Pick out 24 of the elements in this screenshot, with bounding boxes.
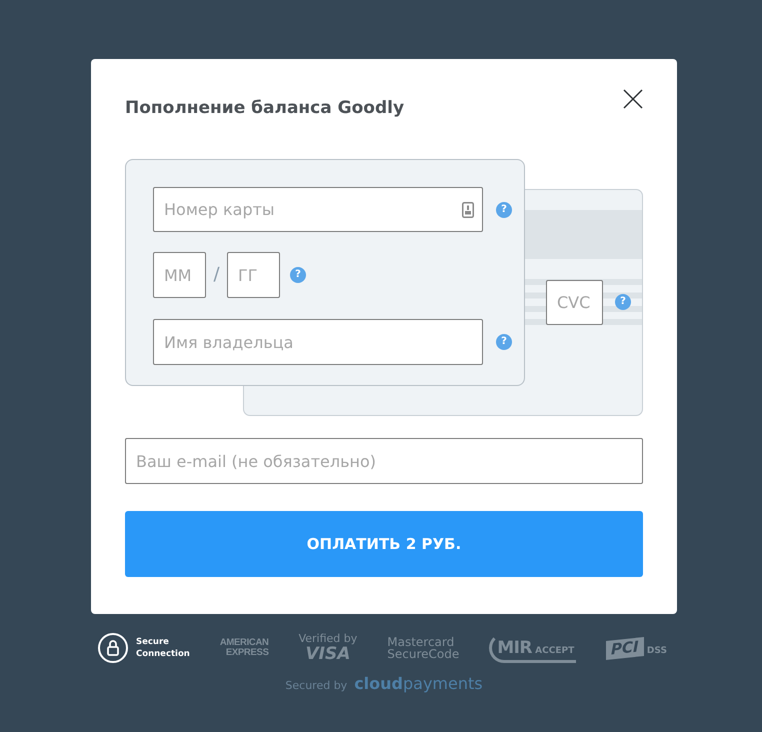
help-icon[interactable]: ?: [290, 267, 306, 283]
help-icon[interactable]: ?: [496, 334, 512, 350]
year-field[interactable]: ГГ: [227, 252, 280, 298]
mir-logo: MIR ACCEPT: [489, 633, 576, 663]
secure-connection-label: Secure Connection: [136, 636, 190, 660]
secured-by-label: Secured by: [285, 679, 348, 692]
cvc-field[interactable]: CVC: [546, 280, 603, 324]
card-number-field[interactable]: Номер карты: [153, 187, 483, 232]
pci-dss-logo: PCI DSS: [606, 638, 667, 658]
close-icon[interactable]: [623, 89, 643, 109]
dialog-title: Пополнение баланса Goodly: [125, 98, 404, 118]
pay-button[interactable]: ОПЛАТИТЬ 2 РУБ.: [125, 511, 643, 577]
help-icon[interactable]: ?: [496, 202, 512, 218]
amex-logo: AMERICAN EXPRESS: [220, 638, 269, 658]
cloudpayments-logo: cloudpayments: [354, 674, 483, 693]
id-card-icon[interactable]: [462, 202, 474, 218]
mastercard-logo: Mastercard SecureCode: [387, 636, 460, 660]
lock-icon: [98, 633, 128, 663]
month-field[interactable]: ММ: [153, 252, 206, 298]
date-separator: /: [212, 266, 221, 284]
cardholder-field[interactable]: Имя владельца: [153, 319, 483, 365]
visa-logo: Verified by VISA: [298, 633, 358, 663]
email-field[interactable]: Ваш e-mail (не обязательно): [125, 438, 643, 484]
help-icon[interactable]: ?: [615, 294, 631, 310]
